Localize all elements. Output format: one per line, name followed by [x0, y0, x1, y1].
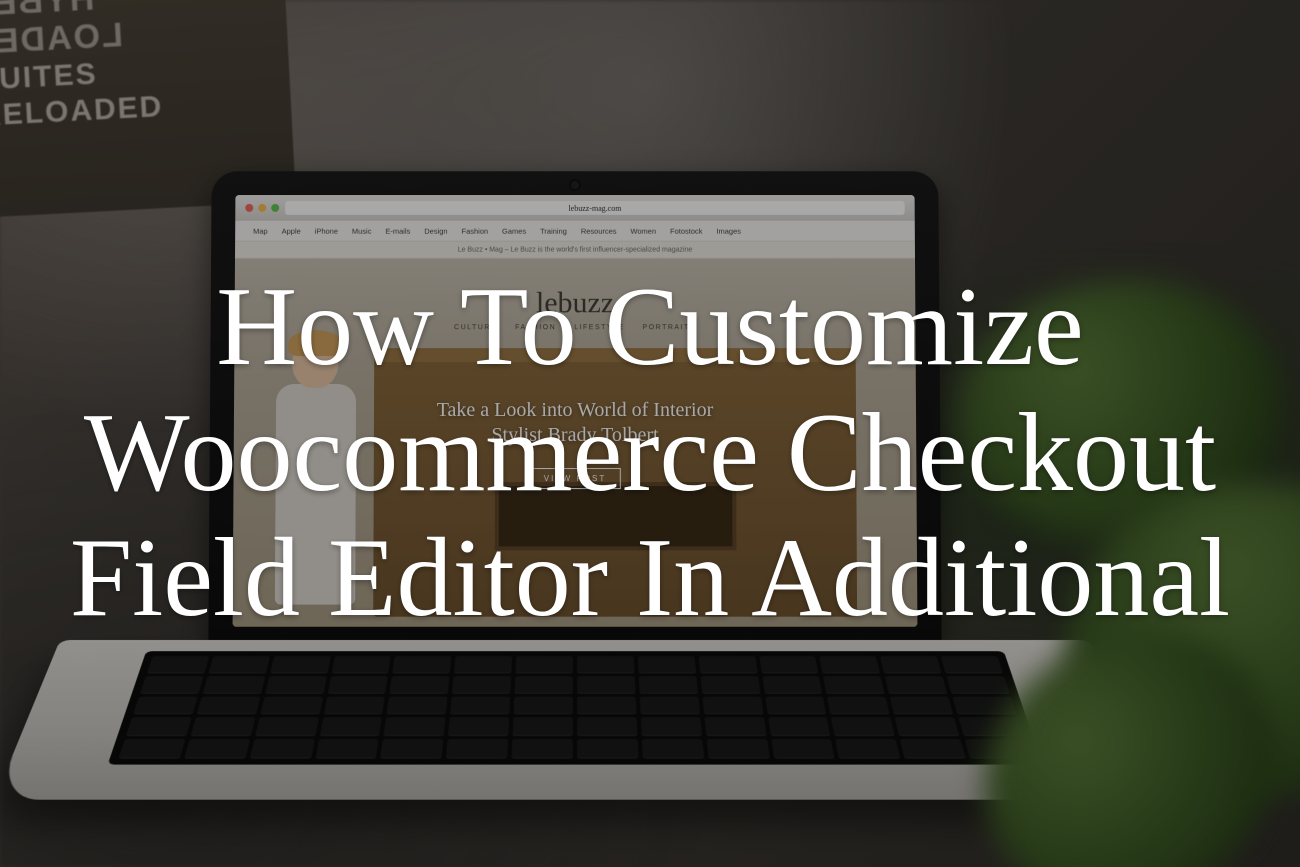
overlay-title: How To Customize Woocommerce Checkout Fi… [0, 0, 1300, 867]
overlay-title-text: How To Customize Woocommerce Checkout Fi… [60, 265, 1240, 641]
image-stage: HYBER LOADED SUITES RELOADED lebuzz-mag.… [0, 0, 1300, 867]
